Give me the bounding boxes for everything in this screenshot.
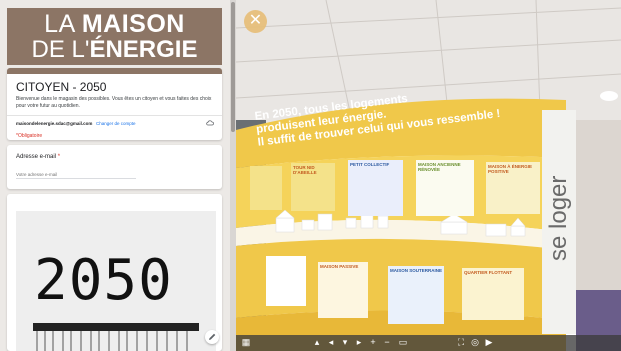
sign-top-left: [250, 166, 282, 210]
form-description: Bienvenue dans le magasin des possibles.…: [16, 96, 212, 109]
banner-line1-bold: MAISON: [81, 10, 185, 38]
fullscreen-icon[interactable]: ⛶: [456, 337, 466, 348]
close-button[interactable]: ✕: [244, 10, 267, 33]
header-banner: LA MAISON DE L'ÉNERGIE: [7, 8, 222, 65]
edit-button[interactable]: [205, 330, 219, 344]
cloud-icon: [206, 120, 214, 126]
sign-petit-collectif: PETIT COLLECTIF: [348, 160, 403, 216]
banner-line1-thin: LA: [44, 10, 82, 38]
email-label: Adresse e-mail *: [16, 154, 60, 160]
form-scrollbar-thumb[interactable]: [231, 2, 235, 132]
zoom-out-icon[interactable]: −: [382, 337, 392, 348]
banner-line-1: LA MAISON: [7, 12, 222, 37]
side-banner-text: se loger: [545, 175, 572, 261]
image-underline: [33, 323, 199, 331]
account-row: maisondelenergie.sdac@gmail.com Changer …: [7, 115, 222, 129]
sign-title: MAISON SOUTERRAINE: [390, 268, 443, 273]
sign-quartier-flottant: QUARTIER FLOTTANT: [462, 268, 524, 320]
banner-line-2: DE L'ÉNERGIE: [7, 38, 222, 62]
required-star: *: [57, 154, 61, 160]
account-email: maisondelenergie.sdac@gmail.com: [16, 121, 93, 126]
banner-line2-thin: DE L': [31, 36, 90, 63]
image-card: 2050: [7, 194, 222, 351]
chevron-left-icon[interactable]: ◂: [326, 337, 336, 348]
switch-account-link[interactable]: Changer de compte: [96, 121, 136, 126]
email-label-text: Adresse e-mail: [16, 154, 57, 160]
sign-maison-passive: MAISON PASSIVE: [318, 262, 368, 318]
grid-icon[interactable]: ▦: [241, 337, 251, 348]
chevron-right-icon[interactable]: ▸: [354, 337, 364, 348]
sign-maison-souterraine: MAISON SOUTERRAINE: [388, 266, 444, 324]
sign-maison-energie-positive: MAISON À ÉNERGIE POSITIVE: [486, 162, 540, 214]
sign-tour-nid-abeille: TOUR NID D'ABEILLE: [291, 163, 335, 211]
sign-title: MAISON ANCIENNE RÉNOVÉE: [418, 162, 461, 172]
form-title: CITOYEN - 2050: [16, 80, 107, 94]
zoom-in-icon[interactable]: +: [368, 337, 378, 348]
viewer-toolbar: ▦ ▴ ◂ ▾ ▸ + − ▭ ⛶ ◎ ▶: [236, 335, 621, 351]
sign-title: MAISON À ÉNERGIE POSITIVE: [488, 164, 533, 174]
sign-title: PETIT COLLECTIF: [350, 162, 390, 167]
image-2050-text: 2050: [34, 248, 173, 313]
sign-title: TOUR NID D'ABEILLE: [293, 165, 317, 175]
form-title-card: CITOYEN - 2050 Bienvenue dans le magasin…: [7, 68, 222, 140]
banner-line2-bold: ÉNERGIE: [89, 36, 198, 63]
play-icon[interactable]: ▶: [484, 337, 494, 348]
form-image: 2050: [16, 211, 216, 351]
vr-icon[interactable]: ▭: [396, 337, 410, 348]
chevron-down-icon[interactable]: ▾: [340, 337, 350, 348]
pencil-icon: [209, 333, 216, 340]
required-note: *Obligatoire: [16, 133, 43, 139]
chevron-up-icon[interactable]: ▴: [312, 337, 322, 348]
sign-maison-ancienne: MAISON ANCIENNE RÉNOVÉE: [416, 160, 474, 216]
form-panel: LA MAISON DE L'ÉNERGIE CITOYEN - 2050 Bi…: [0, 0, 230, 351]
close-icon: ✕: [248, 12, 263, 29]
email-question-card: Adresse e-mail *: [7, 145, 222, 189]
sign-title: QUARTIER FLOTTANT: [464, 270, 513, 275]
gyro-icon[interactable]: ◎: [470, 337, 480, 348]
sign-title: MAISON PASSIVE: [320, 264, 359, 269]
barcode-graphic: [36, 331, 188, 351]
panorama-viewer[interactable]: TOUR NID D'ABEILLE PETIT COLLECTIF MAISO…: [236, 0, 621, 351]
sign-bottom-left: [266, 256, 306, 306]
email-input[interactable]: [16, 170, 136, 179]
